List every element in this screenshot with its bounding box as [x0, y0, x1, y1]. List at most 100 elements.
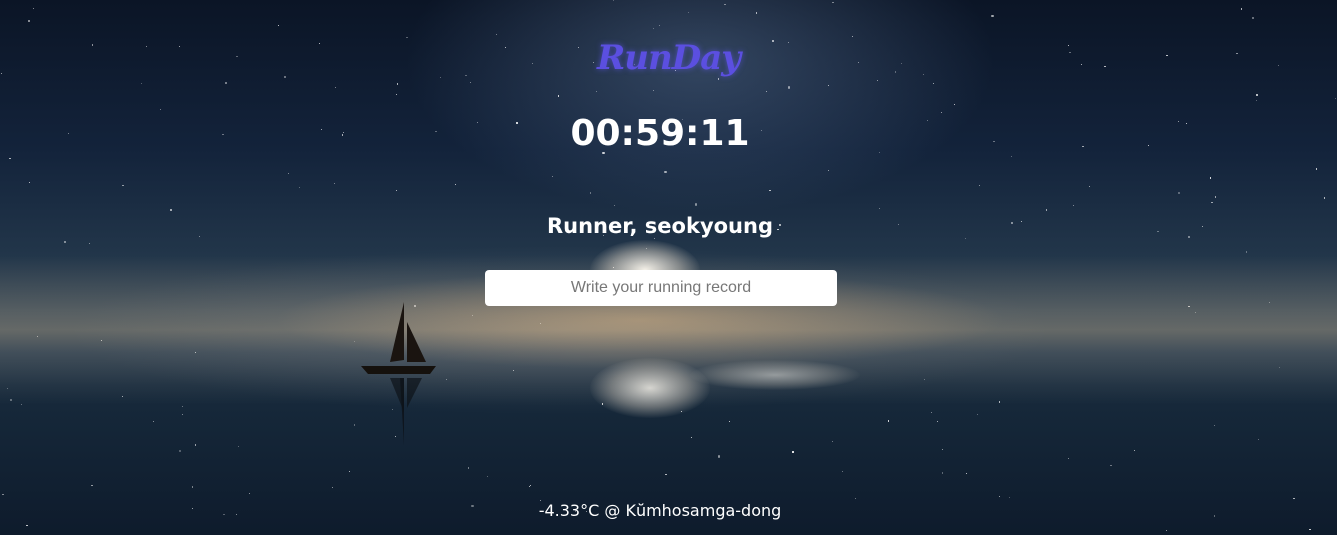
cloud-reflection-right: [690, 360, 860, 390]
star: [277, 25, 279, 27]
star: [191, 486, 193, 488]
star: [1316, 168, 1318, 170]
star: [181, 406, 184, 408]
star: [841, 470, 843, 473]
star: [653, 89, 655, 91]
star: [225, 82, 227, 84]
star: [765, 90, 768, 93]
star: [298, 187, 301, 189]
star: [694, 203, 697, 206]
star: [333, 182, 335, 184]
star: [495, 33, 497, 35]
star: [854, 497, 856, 499]
star: [665, 473, 667, 476]
star: [941, 472, 944, 474]
weather-location: -4.33°C @ Kŭmhosamga-dong: [538, 501, 782, 520]
clock-display: 00:59:11: [570, 113, 750, 154]
star: [468, 467, 470, 469]
star: [792, 451, 794, 453]
star: [832, 440, 834, 442]
star: [1324, 197, 1326, 199]
star: [965, 472, 967, 475]
star: [1245, 251, 1247, 253]
star: [160, 108, 162, 111]
star: [728, 421, 730, 423]
running-record-input[interactable]: [485, 270, 837, 306]
star: [589, 192, 591, 194]
star: [395, 190, 397, 192]
star: [1214, 196, 1216, 198]
star: [89, 242, 91, 244]
greeting-text: Runner, seokyoung: [546, 214, 773, 238]
star: [1209, 177, 1211, 179]
star: [788, 86, 791, 89]
star: [932, 82, 935, 84]
star: [1008, 497, 1010, 499]
star: [659, 24, 661, 27]
star: [487, 475, 489, 478]
star: [335, 87, 337, 89]
star: [194, 444, 196, 446]
star: [1293, 497, 1295, 499]
cloud-reflection: [590, 358, 710, 418]
star: [718, 78, 720, 80]
star: [63, 240, 66, 244]
star: [887, 420, 889, 422]
star: [930, 411, 932, 414]
star: [122, 184, 124, 186]
app-logo: RunDay: [597, 38, 741, 78]
star: [1177, 192, 1181, 195]
star: [999, 495, 1001, 498]
star: [1166, 529, 1168, 532]
star: [170, 208, 173, 211]
star: [248, 492, 251, 494]
star: [717, 455, 720, 458]
star: [877, 79, 879, 81]
star: [613, 204, 615, 206]
star: [470, 82, 472, 84]
star: [1213, 424, 1215, 426]
star: [1252, 16, 1255, 19]
star: [153, 421, 155, 423]
star: [991, 14, 994, 17]
star: [9, 158, 11, 160]
star: [653, 238, 655, 240]
star: [1255, 100, 1257, 102]
star: [979, 184, 981, 186]
star: [687, 11, 689, 13]
star: [331, 486, 333, 488]
star: [397, 83, 399, 85]
star: [690, 437, 692, 439]
star: [2, 493, 4, 495]
star: [879, 208, 881, 210]
star: [1241, 8, 1243, 10]
sailboat-icon: [361, 302, 436, 445]
star: [557, 95, 559, 97]
star: [26, 524, 28, 527]
star: [613, 0, 615, 2]
star: [664, 171, 667, 174]
star: [1010, 156, 1013, 158]
star: [1255, 94, 1258, 97]
star: [1067, 458, 1069, 460]
star: [141, 83, 143, 85]
star: [828, 170, 830, 172]
star: [724, 4, 726, 6]
star: [530, 484, 532, 487]
star: [28, 20, 31, 23]
star: [181, 413, 184, 415]
star: [756, 12, 758, 14]
star: [178, 449, 181, 453]
star: [1134, 450, 1136, 452]
star: [832, 1, 834, 4]
star: [595, 91, 598, 93]
star: [1046, 209, 1048, 211]
star: [32, 8, 34, 10]
star: [976, 413, 978, 415]
star: [1211, 201, 1213, 203]
star: [353, 424, 355, 426]
star: [1258, 438, 1260, 440]
star: [454, 184, 456, 186]
star: [953, 103, 955, 106]
star: [395, 93, 397, 96]
